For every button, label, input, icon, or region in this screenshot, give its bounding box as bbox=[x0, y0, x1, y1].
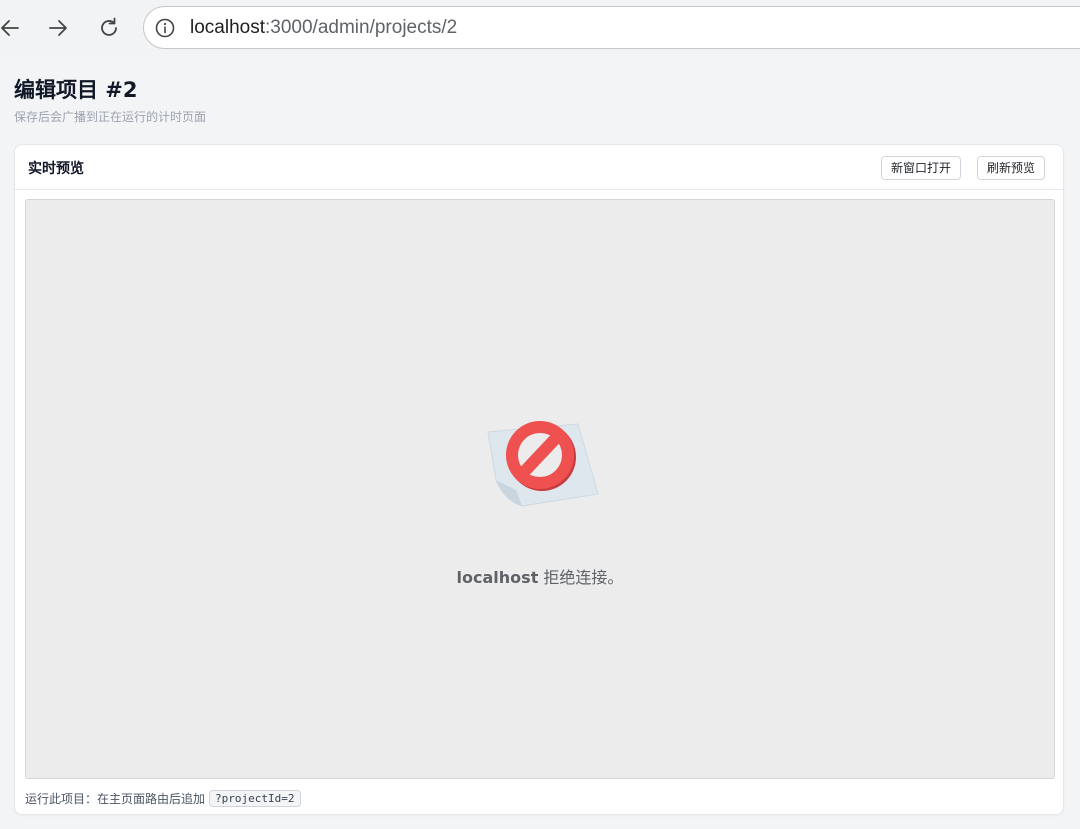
browser-toolbar: localhost:3000/admin/projects/2 bbox=[0, 0, 1080, 56]
preview-card-title: 实时预览 bbox=[28, 161, 84, 177]
project-id-param: ?projectId=2 bbox=[209, 789, 301, 807]
footer-hint: 运行此项目：在主页面路由后追加 bbox=[25, 791, 206, 806]
preview-card-footer: 运行此项目：在主页面路由后追加 ?projectId=2 bbox=[25, 787, 301, 809]
page-subtitle: 保存后会广播到正在运行的计时页面 bbox=[14, 110, 207, 124]
refresh-preview-button[interactable]: 刷新预览 bbox=[977, 156, 1046, 180]
blocked-connection-icon bbox=[487, 421, 599, 507]
preview-card: 实时预览 新窗口打开 刷新预览 localhost 拒绝连接。 运行此项目：在主… bbox=[14, 144, 1064, 815]
url-host: localhost bbox=[190, 17, 265, 38]
back-arrow-icon bbox=[1, 20, 19, 36]
reload-button[interactable] bbox=[93, 12, 125, 44]
page-title: 编辑项目 #2 bbox=[14, 78, 138, 102]
url-text[interactable]: localhost:3000/admin/projects/2 bbox=[190, 17, 457, 39]
address-bar[interactable]: localhost:3000/admin/projects/2 bbox=[143, 6, 1080, 49]
reload-icon bbox=[101, 17, 117, 36]
page: 编辑项目 #2 保存后会广播到正在运行的计时页面 实时预览 新窗口打开 刷新预览… bbox=[0, 56, 1080, 829]
preview-iframe[interactable]: localhost 拒绝连接。 bbox=[25, 199, 1055, 779]
back-button[interactable] bbox=[0, 12, 26, 44]
info-icon[interactable] bbox=[154, 17, 176, 39]
error-message: 拒绝连接。 bbox=[538, 568, 624, 587]
connection-error-message: localhost 拒绝连接。 bbox=[26, 564, 1054, 588]
error-host: localhost bbox=[456, 568, 539, 587]
open-new-window-button[interactable]: 新窗口打开 bbox=[881, 156, 962, 180]
forward-button[interactable] bbox=[42, 12, 74, 44]
preview-card-header: 实时预览 新窗口打开 刷新预览 bbox=[15, 145, 1063, 190]
forward-arrow-icon bbox=[49, 20, 67, 36]
url-path: :3000/admin/projects/2 bbox=[265, 17, 458, 38]
